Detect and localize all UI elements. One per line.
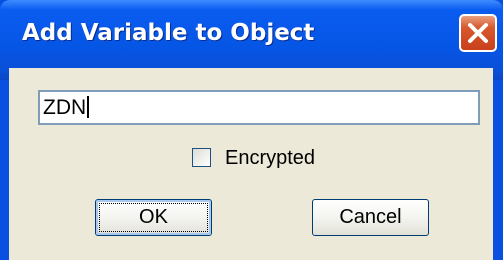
encrypted-checkbox[interactable] [192, 148, 211, 167]
encrypted-label[interactable]: Encrypted [225, 146, 315, 170]
close-icon [468, 23, 488, 43]
ok-button-label: OK [139, 206, 168, 228]
text-caret [87, 96, 90, 118]
dialog-window: Add Variable to Object ZDN Encrypted OK … [0, 0, 503, 260]
close-button[interactable] [459, 14, 497, 52]
variable-name-value: ZDN [43, 96, 87, 119]
cancel-button-label: Cancel [339, 206, 402, 228]
variable-name-input[interactable]: ZDN [38, 90, 480, 125]
dialog-title: Add Variable to Object [22, 20, 315, 46]
dialog-body: ZDN Encrypted OK Cancel [9, 68, 493, 260]
ok-button[interactable]: OK [95, 199, 212, 236]
cancel-button[interactable]: Cancel [312, 199, 429, 236]
